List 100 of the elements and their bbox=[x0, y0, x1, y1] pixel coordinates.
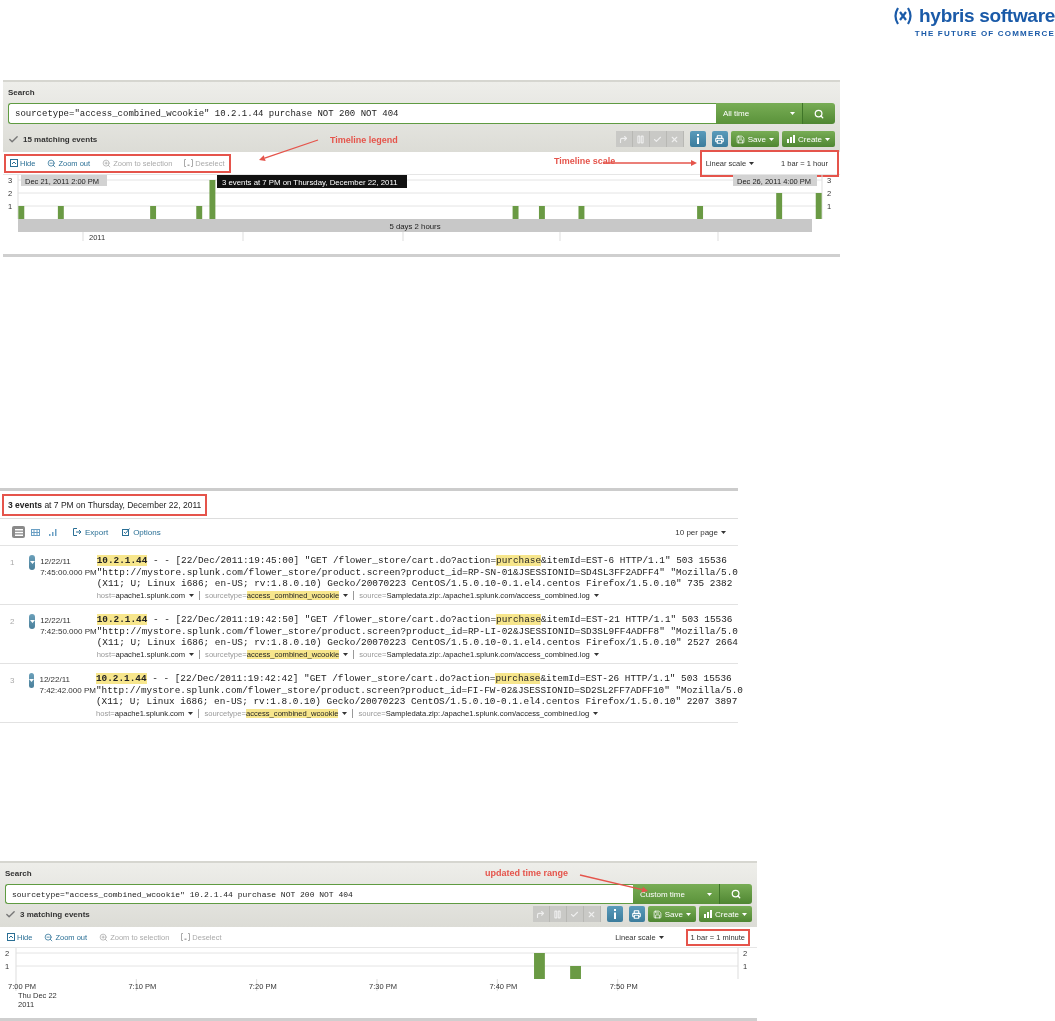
save-icon bbox=[735, 134, 745, 144]
print-icon bbox=[715, 134, 725, 144]
expand-button[interactable] bbox=[29, 673, 35, 688]
timeline-bar[interactable] bbox=[697, 206, 704, 219]
toolbar-button[interactable] bbox=[628, 906, 645, 923]
annotation-arrow bbox=[259, 139, 319, 161]
timeline-bar[interactable] bbox=[209, 180, 216, 219]
timeline-bar[interactable] bbox=[150, 206, 157, 219]
time-range-dropdown[interactable]: Custom time bbox=[633, 884, 719, 905]
timeline-bar[interactable] bbox=[57, 206, 64, 219]
search-field[interactable]: sourcetype="access_combined_wcookie" 10.2.1.44 purchase NOT 200 NOT 404 bbox=[5, 884, 633, 905]
caret-icon bbox=[658, 935, 664, 939]
logo-tagline: THE FUTURE OF COMMERCE bbox=[914, 29, 1055, 38]
save-button[interactable]: Save bbox=[647, 906, 696, 923]
event-date: 12/22/11 bbox=[40, 615, 71, 626]
caret-icon bbox=[742, 912, 747, 916]
per-page-dropdown[interactable]: 10 per page bbox=[675, 527, 726, 537]
save-button[interactable]: Save bbox=[730, 131, 779, 147]
search-button[interactable] bbox=[719, 884, 752, 905]
bar-chart-icon bbox=[787, 135, 795, 143]
view-toggle[interactable] bbox=[29, 526, 42, 538]
toolbar-button[interactable] bbox=[606, 906, 623, 923]
search-field[interactable]: sourcetype="access_combined_wcookie" 10.2.1.44 purchase NOT 200 NOT 404 bbox=[8, 103, 716, 124]
annotation-label: updated time range bbox=[485, 868, 568, 878]
matching-events-count: 15 matching events bbox=[23, 134, 98, 144]
caret-icon bbox=[825, 137, 830, 141]
create-button[interactable]: Create bbox=[699, 906, 752, 923]
timeline-bar[interactable] bbox=[512, 206, 519, 219]
event-time: 7:45:00.000 PM bbox=[40, 567, 97, 578]
caret-icon bbox=[343, 593, 349, 597]
search-icon bbox=[814, 108, 824, 119]
caret-icon bbox=[749, 161, 755, 165]
raw-event-line: 10.2.1.44 - - [22/Dec/2011:19:45:00] "GET /flower_store/cart.do?action=purchase&itemId=EST-6 HTTP/1.1" 503 15536 bbox=[96, 555, 728, 567]
caret-icon bbox=[593, 711, 599, 715]
raw-event-line: "http://mystore.splunk.com/flower_store/product.screen?product_id=RP-LI-02&JSESSIONID=SD3SL9FF4ADFF8" "Mozilla/5.0 bbox=[96, 625, 738, 637]
timeline-bar[interactable] bbox=[578, 206, 585, 219]
check-icon bbox=[5, 908, 16, 920]
toolbar-button[interactable] bbox=[711, 131, 728, 147]
print-icon bbox=[632, 909, 642, 919]
expand-button[interactable] bbox=[29, 555, 36, 570]
close-icon bbox=[587, 909, 597, 919]
table-icon bbox=[31, 528, 40, 536]
event-number: 1 bbox=[10, 557, 15, 569]
timeline-bar[interactable] bbox=[538, 206, 545, 219]
time-range-dropdown[interactable]: All time bbox=[716, 103, 802, 124]
zoom-in-icon bbox=[99, 932, 109, 942]
event-time: 7:42:50.000 PM bbox=[40, 626, 97, 637]
list-icon bbox=[14, 528, 23, 536]
search-label: Search bbox=[5, 868, 32, 880]
check-icon bbox=[570, 909, 580, 919]
expand-icon bbox=[29, 620, 35, 623]
bracket-icon bbox=[181, 933, 191, 941]
export-link[interactable]: Export bbox=[73, 527, 109, 537]
caret-icon bbox=[593, 593, 599, 597]
caret-icon bbox=[189, 652, 195, 656]
expand-icon bbox=[29, 561, 35, 564]
timeline-bar[interactable] bbox=[196, 206, 203, 219]
search-label: Search bbox=[8, 87, 35, 99]
annotation-label: Timeline scale bbox=[554, 156, 616, 166]
annotation-label: Timeline legend bbox=[330, 135, 398, 145]
info-icon bbox=[695, 134, 700, 144]
jump-icon bbox=[619, 134, 629, 144]
view-toggle[interactable] bbox=[12, 526, 25, 538]
info-icon bbox=[612, 909, 617, 920]
caret-icon bbox=[790, 112, 795, 115]
caret-icon bbox=[721, 530, 726, 534]
event-date: 12/22/11 bbox=[40, 556, 71, 567]
expand-icon bbox=[29, 679, 35, 682]
zoom-out-icon bbox=[47, 158, 57, 168]
collapse-icon bbox=[10, 159, 18, 167]
export-icon bbox=[73, 528, 82, 536]
zoom-out-icon bbox=[44, 932, 54, 942]
check-icon bbox=[8, 133, 19, 145]
close-icon bbox=[670, 134, 680, 144]
logo-name: hybris software bbox=[919, 6, 1055, 26]
caret-icon bbox=[769, 137, 774, 141]
caret-icon bbox=[593, 652, 599, 656]
raw-event-line: (X11; U; Linux i686; en-US; rv:1.8.0.10) Gecko/20070223 CentOS/1.5.0.10-0.1.el4.centos Firefox/1.5.0.10" 2527 2664 bbox=[96, 637, 738, 649]
pause-icon bbox=[636, 134, 646, 144]
caret-icon bbox=[343, 652, 349, 656]
bar-chart-icon bbox=[704, 910, 712, 919]
toolbar-button[interactable] bbox=[689, 131, 706, 147]
caret-icon bbox=[707, 892, 712, 896]
save-icon bbox=[652, 909, 662, 919]
pause-icon bbox=[553, 909, 563, 919]
expand-button[interactable] bbox=[29, 614, 36, 629]
caret-icon bbox=[342, 711, 348, 715]
create-button[interactable]: Create bbox=[782, 131, 835, 147]
timeline-bar[interactable] bbox=[18, 206, 25, 219]
search-button[interactable] bbox=[802, 103, 835, 124]
raw-event-line: (X11; U; Linux i686; en-US; rv:1.8.0.10) Gecko/20070223 CentOS/1.5.0.10-0.1.el4.centos Firefox/1.5.0.10" 2207 3897 bbox=[95, 696, 739, 708]
caret-icon bbox=[188, 711, 194, 715]
raw-event-line: 10.2.1.44 - - [22/Dec/2011:19:42:50] "GET /flower_store/cart.do?action=purchase&itemId=EST-21 HTTP/1.1" 503 15536 bbox=[96, 614, 734, 626]
event-number: 2 bbox=[10, 616, 15, 628]
event-number: 3 bbox=[10, 675, 15, 687]
timeline-bar[interactable] bbox=[776, 193, 783, 219]
view-toggle[interactable] bbox=[46, 526, 59, 538]
raw-event-line: (X11; U; Linux i686; en-US; rv:1.8.0.10) Gecko/20070223 CentOS/1.5.0.10-0.1.el4.centos Firefox/1.5.0.10" 735 2382 bbox=[96, 578, 734, 590]
timeline-bar[interactable] bbox=[815, 193, 822, 219]
options-link[interactable]: Options bbox=[122, 527, 161, 537]
